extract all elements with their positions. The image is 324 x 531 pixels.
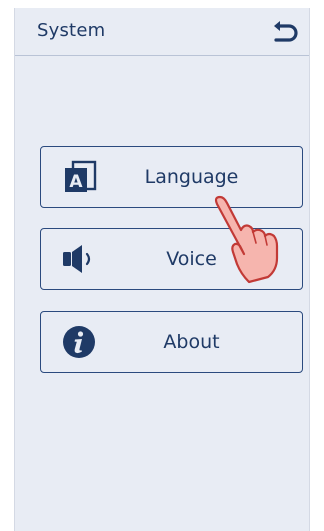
language-icon: A (65, 160, 97, 192)
language-label: Language (144, 166, 239, 188)
about-label: About (163, 331, 220, 353)
speaker-icon (63, 245, 91, 273)
system-screen: System A Language Voice About (14, 8, 310, 531)
header-bar: System (15, 8, 309, 56)
info-icon (63, 326, 95, 358)
voice-label: Voice (166, 248, 217, 270)
about-button[interactable]: About (40, 311, 303, 373)
back-arrow-icon (274, 21, 298, 42)
page-title: System (37, 20, 106, 41)
back-button[interactable] (269, 18, 299, 48)
svg-text:A: A (69, 172, 83, 192)
language-button[interactable]: A Language (40, 146, 303, 208)
voice-button[interactable]: Voice (40, 228, 303, 290)
